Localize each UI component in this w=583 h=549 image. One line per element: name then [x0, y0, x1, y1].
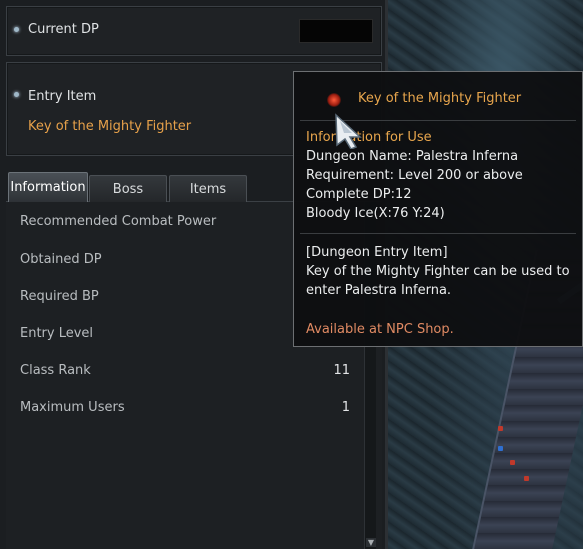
info-row-label: Required BP	[20, 288, 99, 304]
info-row-class-rank: Class Rank 11	[20, 360, 350, 380]
info-row-value: 1	[341, 399, 350, 415]
entry-item-heading: [Dungeon Entry Item]	[306, 245, 448, 260]
level-requirement: Requirement: Level 200 or above	[306, 168, 523, 183]
description-line: enter Palestra Inferna.	[306, 283, 452, 298]
tab-items[interactable]: Items	[169, 175, 247, 202]
tab-boss[interactable]: Boss	[89, 175, 167, 202]
usage-heading: Information for Use	[306, 130, 432, 145]
availability-note: Available at NPC Shop.	[306, 322, 454, 337]
current-dp-value	[299, 19, 373, 43]
info-row-maximum-users: Maximum Users 1	[20, 397, 350, 417]
tooltip-divider	[300, 233, 576, 234]
current-dp-label: Current DP	[28, 22, 99, 37]
info-row-label: Obtained DP	[20, 251, 102, 267]
info-row-label: Class Rank	[20, 362, 91, 378]
entry-item-label: Entry Item	[28, 89, 97, 104]
key-item-icon	[327, 93, 341, 107]
tooltip-title: Key of the Mighty Fighter	[358, 91, 522, 106]
current-dp-section: Current DP	[6, 6, 382, 56]
complete-dp: Complete DP:12	[306, 187, 412, 202]
bullet-icon	[14, 27, 19, 32]
dungeon-name: Dungeon Name: Palestra Inferna	[306, 149, 519, 164]
entry-item-link[interactable]: Key of the Mighty Fighter	[28, 119, 191, 134]
info-row-label: Maximum Users	[20, 399, 125, 415]
dungeon-location: Bloody Ice(X:76 Y:24)	[306, 206, 445, 221]
mouse-cursor-icon	[335, 113, 362, 149]
triangle-down-icon[interactable]: ▼	[366, 538, 376, 547]
info-row-label: Entry Level	[20, 325, 94, 341]
description-line: Key of the Mighty Fighter can be used to	[306, 264, 570, 279]
info-row-label: Recommended Combat Power	[20, 213, 217, 229]
info-row-value: 11	[333, 362, 350, 378]
bullet-icon	[14, 92, 19, 97]
world-lights	[498, 426, 548, 486]
tab-information[interactable]: Information	[8, 172, 88, 202]
